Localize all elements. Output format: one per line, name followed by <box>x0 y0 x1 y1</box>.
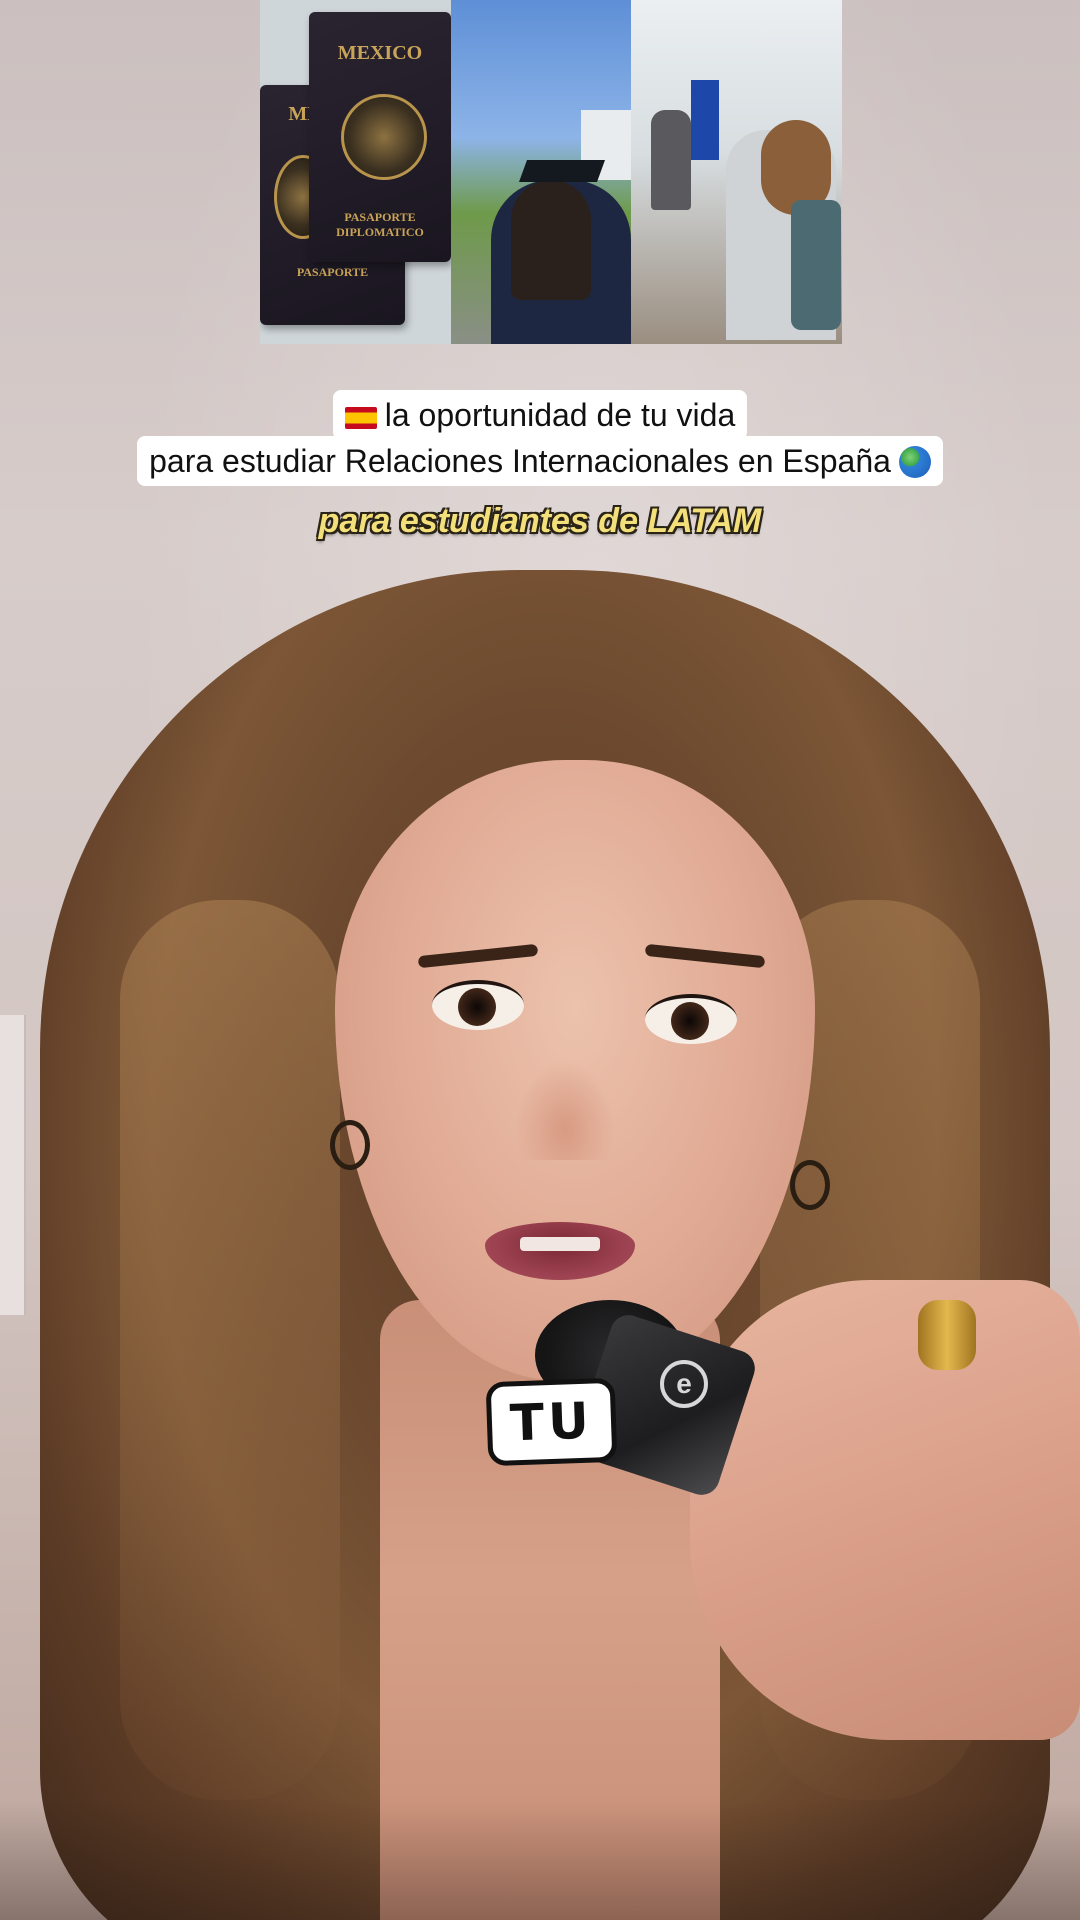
video-frame: MÉ PASAPORTE MEXICO PASAPORTE DIPLOMATIC… <box>0 0 1080 1920</box>
wall-panel <box>0 1015 26 1315</box>
photo-collage: MÉ PASAPORTE MEXICO PASAPORTE DIPLOMATIC… <box>260 0 842 344</box>
graduation-photo <box>451 0 631 344</box>
passport-front-type: PASAPORTE DIPLOMATICO <box>336 210 424 239</box>
hand <box>690 1280 1080 1740</box>
eye-right <box>645 994 737 1044</box>
backpack <box>791 200 841 330</box>
passport-front: MEXICO PASAPORTE DIPLOMATICO <box>309 12 451 262</box>
caption: la oportunidad de tu vida para estudiar … <box>0 390 1080 486</box>
caption-line-2-text: para estudiar Relaciones Internacionales… <box>149 443 891 479</box>
hair-highlight-left <box>120 900 340 1800</box>
nose <box>515 1060 615 1160</box>
caption-line-2: para estudiar Relaciones Internacionales… <box>137 436 943 486</box>
passport-back-type: PASAPORTE <box>296 265 369 279</box>
teeth <box>520 1237 600 1251</box>
earring-left <box>330 1120 370 1170</box>
passport-front-seal <box>341 94 427 180</box>
iris-left <box>458 988 496 1026</box>
graduate-hair <box>511 180 591 300</box>
earring-right <box>790 1160 830 1210</box>
passport-photo: MÉ PASAPORTE MEXICO PASAPORTE DIPLOMATIC… <box>260 0 451 344</box>
man-in-suit <box>651 110 691 210</box>
microphone-logo: e <box>660 1360 708 1408</box>
word-sticker: TU <box>485 1377 618 1467</box>
passport-front-title: MEXICO <box>337 42 423 64</box>
caption-line-1-text: la oportunidad de tu vida <box>384 397 736 433</box>
globe-icon <box>898 446 931 478</box>
office-photo <box>631 0 842 344</box>
subtitle: para estudiantes de LATAM <box>318 502 762 540</box>
spain-flag-icon <box>344 407 377 429</box>
bottom-shadow <box>0 1800 1080 1920</box>
iris-right <box>671 1002 709 1040</box>
eye-left <box>432 980 524 1030</box>
gold-ring <box>918 1300 976 1370</box>
caption-line-1: la oportunidad de tu vida <box>332 390 748 440</box>
eu-flag <box>691 80 719 160</box>
graduation-cap <box>518 160 606 182</box>
